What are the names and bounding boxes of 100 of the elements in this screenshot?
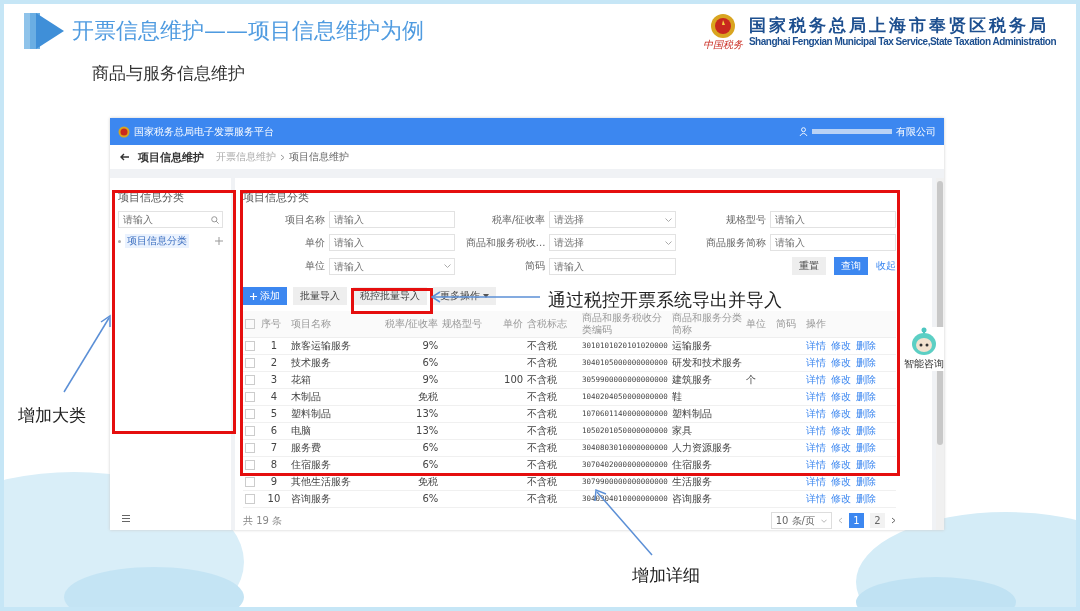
query-button[interactable]: 查询 bbox=[834, 257, 868, 275]
row-checkbox[interactable] bbox=[245, 392, 255, 402]
action-link[interactable]: 修改 bbox=[830, 493, 851, 505]
action-link[interactable]: 删除 bbox=[855, 425, 876, 437]
filter-select[interactable]: 请选择 bbox=[549, 211, 676, 228]
filter-field[interactable]: 请输入 bbox=[769, 211, 896, 228]
dropdown-caret-icon[interactable] bbox=[444, 264, 452, 268]
filter-field[interactable]: 请输入 bbox=[549, 257, 676, 275]
page-button[interactable]: 2 bbox=[870, 513, 885, 528]
row-checkbox[interactable] bbox=[245, 341, 255, 351]
table-cell: 9 bbox=[270, 476, 278, 487]
filter-label: 商品和服务税收... bbox=[464, 235, 546, 250]
caret-icon bbox=[821, 518, 827, 523]
table-cell: 技术服务 bbox=[290, 357, 331, 368]
action-link[interactable]: 删除 bbox=[855, 357, 876, 369]
action-link[interactable]: 修改 bbox=[830, 357, 851, 369]
action-link[interactable]: 修改 bbox=[830, 340, 851, 352]
action-link[interactable]: 修改 bbox=[830, 476, 851, 488]
table-cell: 6% bbox=[422, 357, 439, 368]
action-link[interactable]: 详情 bbox=[805, 493, 826, 505]
user-company[interactable]: 有限公司 bbox=[896, 124, 936, 139]
emblem-icon bbox=[118, 125, 130, 138]
next-page-icon[interactable] bbox=[891, 517, 896, 524]
dropdown-caret-icon[interactable] bbox=[664, 240, 672, 245]
breadcrumb-link[interactable]: 开票信息维护 bbox=[216, 150, 276, 164]
table-cell: 不含税 bbox=[527, 408, 558, 419]
action-link[interactable]: 删除 bbox=[855, 493, 876, 505]
action-link[interactable]: 删除 bbox=[855, 459, 876, 471]
action-link[interactable]: 详情 bbox=[805, 476, 826, 488]
import-button[interactable]: 批量导入 bbox=[293, 287, 347, 305]
action-link[interactable]: 详情 bbox=[805, 459, 826, 471]
table-cell: 木制品 bbox=[290, 391, 321, 402]
filter-select[interactable]: 请输入 bbox=[329, 257, 456, 275]
filter-field[interactable]: 请输入 bbox=[329, 234, 456, 251]
action-link[interactable]: 修改 bbox=[830, 425, 851, 437]
action-link[interactable]: 修改 bbox=[830, 374, 851, 386]
action-link[interactable]: 修改 bbox=[830, 442, 851, 454]
collapse-link[interactable]: 收起 bbox=[876, 259, 896, 273]
row-checkbox[interactable] bbox=[245, 375, 255, 385]
row-checkbox[interactable] bbox=[245, 443, 255, 453]
tree-bullet-icon bbox=[118, 239, 121, 243]
filter-label: 税率/征收率 bbox=[490, 212, 546, 227]
reset-button[interactable]: 重置 bbox=[792, 257, 826, 275]
select-all-checkbox[interactable] bbox=[245, 319, 255, 329]
page-size-select[interactable]: 10 条/页 bbox=[770, 512, 832, 529]
menu-icon[interactable] bbox=[122, 515, 130, 522]
dropdown-caret-icon[interactable] bbox=[664, 217, 672, 222]
table-cell: 2 bbox=[270, 357, 278, 368]
action-link[interactable]: 详情 bbox=[805, 442, 826, 454]
action-link[interactable]: 删除 bbox=[855, 476, 876, 488]
action-link[interactable]: 删除 bbox=[855, 408, 876, 420]
breadcrumb-link[interactable]: 项目信息维护 bbox=[289, 150, 349, 164]
table-cell: 6 bbox=[270, 425, 278, 436]
row-checkbox[interactable] bbox=[245, 409, 255, 419]
filter-label: 规格型号 bbox=[724, 212, 766, 227]
add-button[interactable]: 添加 bbox=[243, 287, 287, 305]
column-header: 简码 bbox=[775, 318, 796, 329]
action-link[interactable]: 详情 bbox=[805, 391, 826, 403]
platform-title: 国家税务总局电子发票服务平台 bbox=[134, 124, 274, 139]
tree-item[interactable]: 项目信息分类 bbox=[125, 234, 189, 248]
action-link[interactable]: 删除 bbox=[855, 391, 876, 403]
filter-field[interactable]: 请输入 bbox=[329, 211, 456, 228]
table-cell: 4 bbox=[270, 391, 278, 402]
filter-select[interactable]: 请选择 bbox=[549, 234, 676, 251]
action-link[interactable]: 删除 bbox=[855, 442, 876, 454]
back-arrow-icon[interactable] bbox=[120, 153, 130, 161]
action-link[interactable]: 详情 bbox=[805, 425, 826, 437]
column-header: 单价 bbox=[503, 318, 524, 329]
table-cell: 免税 bbox=[418, 476, 439, 487]
action-link[interactable]: 详情 bbox=[805, 357, 826, 369]
action-link[interactable]: 详情 bbox=[805, 340, 826, 352]
annotation-text: 增加详细 bbox=[632, 564, 700, 587]
search-field[interactable]: 请输入 bbox=[118, 211, 223, 228]
table-cell: 不含税 bbox=[527, 442, 558, 453]
action-link[interactable]: 详情 bbox=[805, 408, 826, 420]
row-checkbox[interactable] bbox=[245, 477, 255, 487]
column-header: 规格型号 bbox=[442, 318, 483, 329]
previous-page-icon[interactable] bbox=[838, 517, 843, 524]
plus-icon[interactable] bbox=[215, 237, 223, 245]
action-link[interactable]: 修改 bbox=[830, 391, 851, 403]
robot-icon[interactable] bbox=[911, 327, 937, 357]
row-checkbox[interactable] bbox=[245, 426, 255, 436]
action-link[interactable]: 修改 bbox=[830, 408, 851, 420]
table-cell: 9% bbox=[422, 374, 439, 385]
table-cell: 100 bbox=[504, 374, 524, 385]
row-checkbox[interactable] bbox=[245, 460, 255, 470]
user-icon[interactable] bbox=[799, 127, 808, 136]
row-checkbox[interactable] bbox=[245, 494, 255, 504]
action-link[interactable]: 详情 bbox=[805, 374, 826, 386]
page-button[interactable]: 1 bbox=[849, 513, 864, 528]
filter-field[interactable]: 请输入 bbox=[769, 234, 896, 251]
action-link[interactable]: 删除 bbox=[855, 374, 876, 386]
filter-label: 单位 bbox=[304, 259, 325, 273]
row-checkbox[interactable] bbox=[245, 358, 255, 368]
table-cell: 住宿服务 bbox=[671, 459, 712, 470]
caret-icon bbox=[483, 294, 489, 298]
search-icon[interactable] bbox=[211, 215, 219, 224]
action-link[interactable]: 删除 bbox=[855, 340, 876, 352]
action-link[interactable]: 修改 bbox=[830, 459, 851, 471]
filter-label: 简码 bbox=[524, 259, 546, 273]
